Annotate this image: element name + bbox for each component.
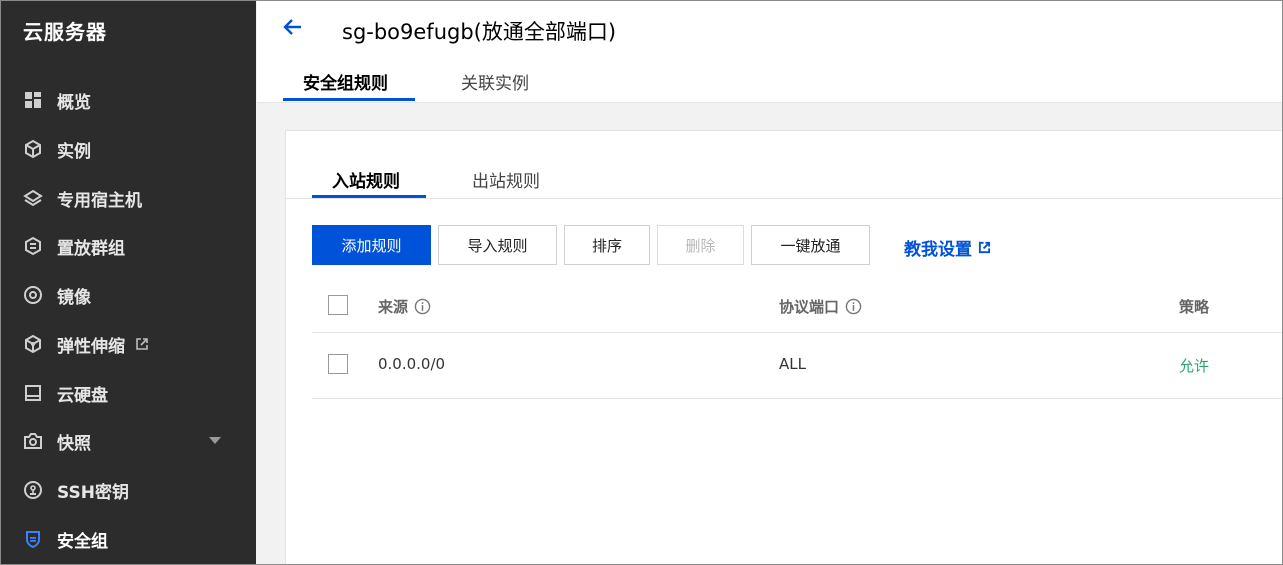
sidebar-item-label: 安全组 [57,531,108,552]
import-rules-button[interactable]: 导入规则 [438,225,557,265]
sidebar-item-images[interactable]: 镜像 [1,275,256,315]
page-title: sg-bo9efugb(放通全部端口) [342,20,617,44]
column-header-protocol-port: 协议端口 [779,296,862,317]
sidebar-item-ssh-keys[interactable]: SSH密钥 [1,470,256,510]
active-tab-indicator [283,98,415,101]
page-header: sg-bo9efugb(放通全部端口) 安全组规则 关联实例 [257,1,1282,103]
sidebar: 云服务器 概览 实例 专用宿主机 置放群组 镜像 弹性伸缩 云硬盘 快照 SSH… [1,1,256,564]
delete-button[interactable]: 删除 [657,225,744,265]
sidebar-item-label: SSH密钥 [57,482,129,503]
hexagon-group-icon [23,236,43,256]
column-header-policy: 策略 [1179,296,1209,317]
tab-security-group-rules[interactable]: 安全组规则 [303,69,388,94]
disc-icon [23,285,43,305]
tab-inbound-rules[interactable]: 入站规则 [332,167,400,192]
sidebar-item-dedicated-host[interactable]: 专用宿主机 [1,178,256,218]
sidebar-item-label: 云硬盘 [57,385,108,406]
sidebar-item-instances[interactable]: 实例 [1,129,256,169]
info-icon[interactable] [845,298,862,315]
divider [312,332,1282,333]
sidebar-item-label: 快照 [57,433,91,454]
disk-icon [23,383,43,403]
sidebar-item-overview[interactable]: 概览 [1,80,256,120]
external-link-icon [978,241,991,254]
column-label: 协议端口 [779,298,840,316]
sidebar-item-label: 镜像 [57,287,91,308]
sidebar-item-label: 专用宿主机 [57,190,142,211]
chevron-down-icon[interactable] [209,437,221,444]
sidebar-item-auto-scaling[interactable]: 弹性伸缩 [1,324,256,364]
column-header-source: 来源 [378,296,431,317]
rule-policy: 允许 [1179,357,1210,375]
sidebar-item-label: 置放群组 [57,238,125,259]
help-link[interactable]: 教我设置 [904,235,991,260]
row-checkbox[interactable] [328,354,348,374]
external-link-icon [135,337,149,351]
help-link-label: 教我设置 [904,240,972,260]
sort-button[interactable]: 排序 [564,225,650,265]
sidebar-title: 云服务器 [23,20,107,44]
layers-icon [23,188,43,208]
rule-source: 0.0.0.0/0 [378,355,446,373]
app-frame: 云服务器 概览 实例 专用宿主机 置放群组 镜像 弹性伸缩 云硬盘 快照 SSH… [0,0,1283,565]
sidebar-item-label: 概览 [57,92,91,113]
sidebar-item-label: 实例 [57,141,91,162]
select-all-checkbox[interactable] [328,295,348,315]
sidebar-item-cloud-disk[interactable]: 云硬盘 [1,373,256,413]
column-label: 来源 [378,298,409,316]
back-arrow-icon[interactable] [281,15,305,39]
allow-all-button[interactable]: 一键放通 [751,225,870,265]
key-icon [23,480,43,500]
rules-card: 入站规则 出站规则 添加规则 导入规则 排序 删除 一键放通 教我设置 来源 协… [285,130,1282,564]
shield-icon [23,529,43,549]
divider [312,398,1282,399]
rule-protocol-port: ALL [779,355,806,373]
divider [286,198,1282,199]
cube-icon [23,139,43,159]
sidebar-item-label: 弹性伸缩 [57,336,125,357]
sidebar-item-placement-group[interactable]: 置放群组 [1,226,256,266]
dashboard-icon [23,90,43,110]
scaling-icon [23,334,43,354]
sidebar-item-snapshots[interactable]: 快照 [1,421,256,461]
column-label: 策略 [1179,298,1210,316]
tab-associated-instances[interactable]: 关联实例 [461,69,529,94]
add-rule-button[interactable]: 添加规则 [312,225,431,265]
camera-icon [23,431,43,451]
info-icon[interactable] [414,298,431,315]
sidebar-item-security-group[interactable]: 安全组 [1,519,256,559]
tab-outbound-rules[interactable]: 出站规则 [472,167,540,192]
